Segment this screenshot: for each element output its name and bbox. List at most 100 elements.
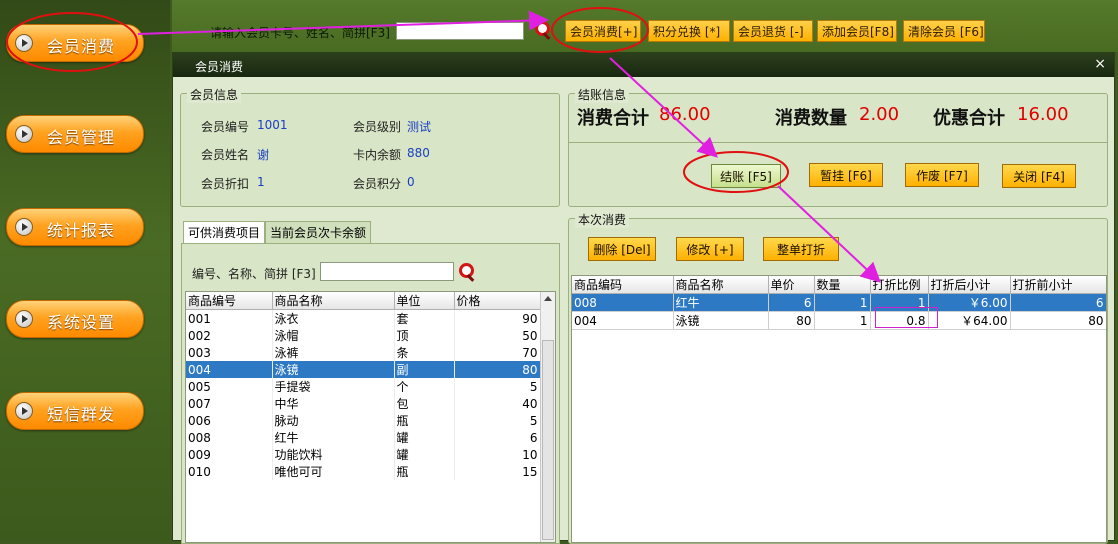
table-cell: 009 (186, 446, 273, 463)
close-icon[interactable]: × (1094, 56, 1106, 72)
vertical-scrollbar[interactable] (540, 292, 555, 542)
scrollbar-thumb[interactable] (542, 340, 554, 540)
table-cell: 泳镜 (272, 361, 395, 378)
column-header[interactable]: 价格 (454, 292, 541, 310)
table-cell: 010 (186, 463, 273, 480)
member-search-input[interactable] (396, 22, 524, 40)
consumption-table: 商品编码 商品名称 单价 数量 打折比例 打折后小计 打折前小计 008 红牛 6 1… (571, 275, 1107, 543)
column-header[interactable]: 数量 (814, 276, 871, 294)
table-cell: 80 (768, 311, 815, 330)
table-cell: 红牛 (272, 429, 395, 446)
column-header[interactable]: 打折后小计 (928, 276, 1011, 294)
column-header[interactable]: 商品名称 (673, 276, 769, 294)
table-cell: 003 (186, 344, 273, 361)
member-info-legend: 会员信息 (187, 86, 242, 103)
column-header[interactable]: 商品名称 (272, 292, 395, 310)
table-row[interactable]: 008 红牛 6 1 1 ￥6.00 6 (572, 293, 1106, 312)
table-row[interactable]: 010 唯他可可瓶 15 (186, 463, 541, 480)
checkout-button[interactable]: 结账 [F5] (711, 164, 781, 188)
column-header[interactable]: 单位 (394, 292, 455, 310)
table-cell: 007 (186, 395, 273, 412)
member-name-value: 谢 (257, 148, 270, 162)
sidebar-item-reports[interactable]: 统计报表 (6, 208, 144, 246)
table-cell: 5 (454, 378, 541, 395)
column-header[interactable]: 商品编号 (186, 292, 273, 310)
table-row[interactable]: 009 功能饮料罐 10 (186, 446, 541, 463)
dialog-titlebar[interactable]: 会员消费 × (173, 53, 1114, 77)
column-header[interactable]: 打折前小计 (1010, 276, 1106, 294)
column-header[interactable]: 商品编码 (572, 276, 674, 294)
tab-available-items[interactable]: 可供消费项目 (183, 221, 266, 243)
void-button[interactable]: 作废 [F7] (905, 163, 979, 187)
scroll-up-icon[interactable] (544, 296, 552, 301)
product-table: 商品编号 商品名称 单位 价格 001 泳衣套 90 002 泳帽顶 50 003 泳裤条 70… (185, 291, 556, 543)
dialog-title: 会员消费 (195, 60, 244, 74)
table-row[interactable]: 004 泳镜 80 1 0.8 ￥64.00 80 (572, 311, 1106, 330)
search-icon[interactable] (534, 20, 552, 40)
clear-member-button[interactable]: 清除会员 [F6] (903, 20, 985, 42)
sidebar-item-sms[interactable]: 短信群发 (6, 392, 144, 430)
modify-button[interactable]: 修改 [+] (676, 237, 744, 261)
total-qty-value: 2.00 (859, 104, 900, 125)
member-info-group: 会员信息 会员编号 1001 会员级别 测试 会员姓名 谢 卡内余额 880 会… (180, 86, 560, 207)
suspend-button[interactable]: 暂挂 [F6] (809, 163, 883, 187)
play-icon (15, 402, 33, 420)
table-cell: 80 (454, 361, 541, 378)
add-member-button[interactable]: 添加会员[F8] (817, 20, 897, 42)
tab-card-balance[interactable]: 当前会员次卡余额 (265, 221, 372, 243)
search-icon[interactable] (458, 262, 476, 282)
member-discount-label: 会员折扣 (201, 177, 250, 191)
table-cell: 套 (394, 309, 455, 327)
table-cell: 10 (454, 446, 541, 463)
table-row[interactable]: 006 脉动瓶 5 (186, 412, 541, 429)
sidebar-item-member-consume[interactable]: 会员消费 (6, 24, 144, 62)
table-row[interactable]: 001 泳衣套 90 (186, 309, 541, 327)
member-consume-button[interactable]: 会员消费[+] (565, 20, 641, 42)
member-search-label: 请输入会员卡号、姓名、简拼[F3] (210, 26, 390, 40)
table-cell: 手提袋 (272, 378, 395, 395)
member-return-button[interactable]: 会员退货 [-] (733, 20, 813, 42)
current-consumption-legend: 本次消费 (575, 211, 630, 228)
total-amount-label: 消费合计 (577, 108, 649, 129)
discount-total-label: 优惠合计 (933, 108, 1005, 129)
table-row[interactable]: 003 泳裤条 70 (186, 344, 541, 361)
sidebar-item-settings[interactable]: 系统设置 (6, 300, 144, 338)
table-cell: 5 (454, 412, 541, 429)
table-cell: 005 (186, 378, 273, 395)
column-header[interactable]: 单价 (768, 276, 815, 294)
checkout-info-group: 结账信息 消费合计 86.00 消费数量 2.00 优惠合计 16.00 结账 … (568, 86, 1108, 207)
close-button[interactable]: 关闭 [F4] (1002, 164, 1076, 188)
table-row[interactable]: 008 红牛罐 6 (186, 429, 541, 446)
table-cell: 50 (454, 327, 541, 344)
table-cell: 泳裤 (272, 344, 395, 361)
sidebar-item-label: 短信群发 (47, 405, 116, 424)
play-icon (15, 125, 33, 143)
table-cell: 瓶 (394, 412, 455, 429)
table-cell: 罐 (394, 446, 455, 463)
table-cell: 个 (394, 378, 455, 395)
product-search-input[interactable] (320, 262, 454, 281)
table-cell: 1 (814, 311, 871, 330)
table-cell: 顶 (394, 327, 455, 344)
table-row[interactable]: 005 手提袋个 5 (186, 378, 541, 395)
table-row[interactable]: 002 泳帽顶 50 (186, 327, 541, 344)
table-row[interactable]: 007 中华包 40 (186, 395, 541, 412)
whole-order-discount-button[interactable]: 整单打折 (763, 237, 839, 261)
table-cell: 泳镜 (673, 311, 769, 330)
member-points-value: 0 (407, 175, 415, 189)
table-cell: 6 (454, 429, 541, 446)
table-cell: 70 (454, 344, 541, 361)
table-cell: 6 (768, 293, 815, 312)
member-id-label: 会员编号 (201, 120, 250, 134)
delete-button[interactable]: 删除 [Del] (588, 237, 656, 261)
card-balance-label: 卡内余额 (353, 148, 402, 162)
table-cell: 副 (394, 361, 455, 378)
sidebar-item-label: 系统设置 (47, 313, 116, 332)
sidebar-item-member-manage[interactable]: 会员管理 (6, 115, 144, 153)
points-exchange-button[interactable]: 积分兑换 [*] (648, 20, 730, 42)
table-row[interactable]: 004 泳镜副 80 (186, 361, 541, 378)
table-cell: 80 (1010, 311, 1106, 330)
current-consumption-group: 本次消费 删除 [Del] 修改 [+] 整单打折 商品编码 商品名称 单价 数… (568, 211, 1108, 544)
column-header[interactable]: 打折比例 (870, 276, 929, 294)
table-header: 商品编码 商品名称 单价 数量 打折比例 打折后小计 打折前小计 (572, 276, 1106, 294)
